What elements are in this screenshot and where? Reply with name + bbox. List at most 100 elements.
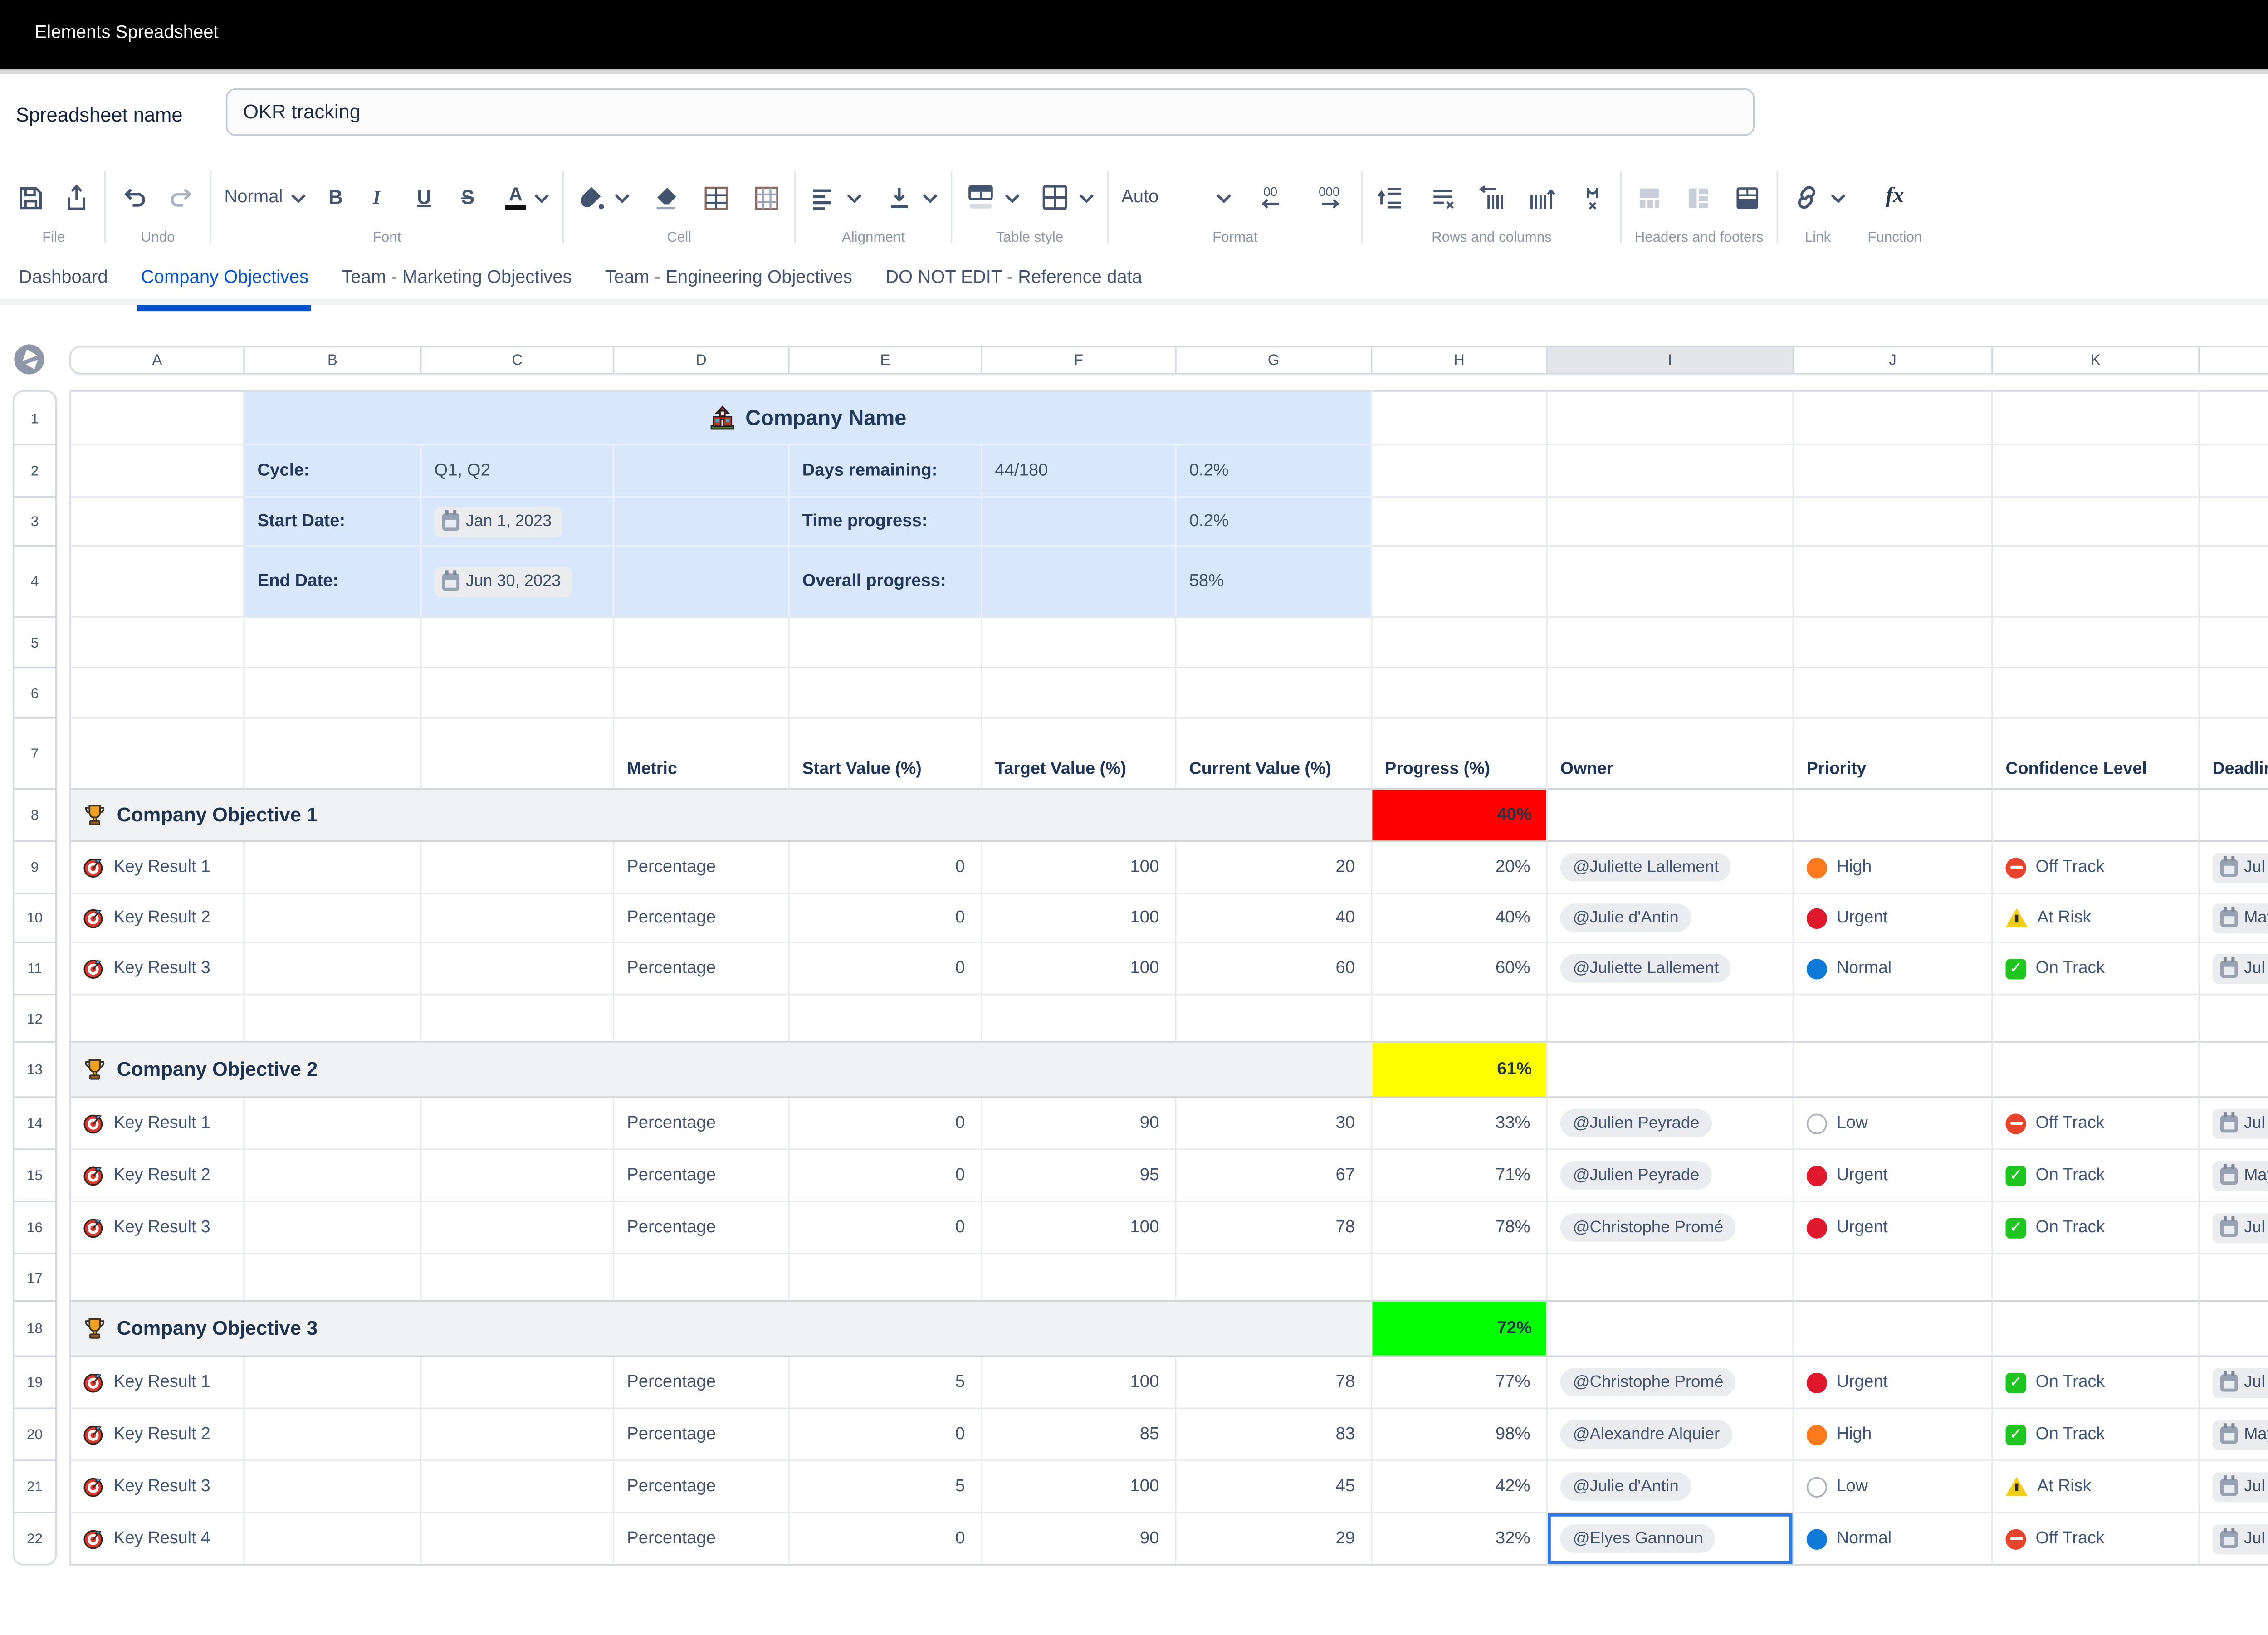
cell-C11[interactable] (422, 943, 615, 995)
cell-E21[interactable]: 5 (790, 1461, 982, 1513)
cell-J16[interactable]: Urgent (1794, 1202, 1993, 1254)
delete-row-button[interactable] (1426, 182, 1456, 212)
cell-A1[interactable] (69, 390, 244, 445)
row-header-17[interactable]: 17 (13, 1254, 57, 1302)
cell-K16[interactable]: ✓On Track (1993, 1202, 2200, 1254)
cell-H12[interactable] (1372, 995, 1547, 1042)
cell-C17[interactable] (422, 1254, 615, 1302)
cell-L16[interactable]: Jul 27, 2023 (2200, 1202, 2268, 1254)
cell-K2[interactable] (1993, 445, 2200, 498)
cell-D11[interactable]: Percentage (614, 943, 789, 995)
cell-L20[interactable]: May 17, 2023 (2200, 1409, 2268, 1461)
cell-L14[interactable]: Jul 31, 2023 (2200, 1098, 2268, 1150)
cell-J13[interactable] (1794, 1043, 1993, 1098)
redo-button[interactable] (166, 182, 198, 214)
cell-E17[interactable] (790, 1254, 982, 1302)
cell-L9[interactable]: Jul 31, 2023 (2200, 842, 2268, 894)
cell-I18[interactable] (1548, 1302, 1794, 1357)
cell-K1[interactable] (1993, 390, 2200, 445)
cell-E11[interactable]: 0 (790, 943, 982, 995)
cell-A4[interactable] (69, 547, 244, 618)
owner-chip[interactable]: @Julien Peyrade (1560, 1161, 1712, 1190)
column-header-l[interactable]: L (2200, 346, 2268, 375)
cell-L18[interactable] (2200, 1302, 2268, 1357)
cell-A21[interactable]: Key Result 3 (69, 1461, 244, 1513)
cell-D3[interactable] (614, 498, 789, 547)
cell-B2[interactable]: Cycle: (245, 445, 422, 498)
cell-K7[interactable]: Confidence Level (1993, 719, 2200, 790)
header-row-button[interactable] (1635, 182, 1665, 212)
cell-D9[interactable]: Percentage (614, 842, 789, 894)
cell-G2[interactable]: 0.2% (1177, 445, 1373, 498)
spreadsheet-name-input[interactable] (226, 88, 1755, 136)
merge-cells-button[interactable] (701, 182, 731, 212)
cell-C22[interactable] (422, 1513, 615, 1566)
tab-do-not-edit-reference-data[interactable]: DO NOT EDIT - Reference data (882, 262, 1145, 305)
cell-I19[interactable]: @Christophe Promé (1548, 1357, 1794, 1409)
cell-B11[interactable] (245, 943, 422, 995)
cell-J9[interactable]: High (1794, 842, 1993, 894)
cell-B16[interactable] (245, 1202, 422, 1254)
cell-J7[interactable]: Priority (1794, 719, 1993, 790)
cell-L21[interactable]: Jul 27, 2023 (2200, 1461, 2268, 1513)
cell-B22[interactable] (245, 1513, 422, 1566)
table-grid-style-button[interactable] (1039, 182, 1095, 214)
bold-button[interactable]: B (328, 186, 351, 209)
column-header-h[interactable]: H (1372, 346, 1547, 375)
cell-B3[interactable]: Start Date: (245, 498, 422, 547)
cell-L1[interactable] (2200, 390, 2268, 445)
cell-K12[interactable] (1993, 995, 2200, 1042)
cell-D5[interactable] (614, 618, 789, 668)
cell-C3[interactable]: Jan 1, 2023 (422, 498, 615, 547)
cell-E15[interactable]: 0 (790, 1150, 982, 1202)
cell-J20[interactable]: High (1794, 1409, 1993, 1461)
cell-E3[interactable]: Time progress: (790, 498, 982, 547)
link-button[interactable] (1790, 182, 1846, 214)
cell-J14[interactable]: Low (1794, 1098, 1993, 1150)
vertical-align-button[interactable] (885, 182, 938, 212)
row-header-20[interactable]: 20 (13, 1409, 57, 1461)
decrease-decimal-button[interactable]: 00 (1257, 182, 1289, 214)
cell-J4[interactable] (1794, 547, 1993, 618)
cell-L10[interactable]: May 17, 2023 (2200, 894, 2268, 943)
cell-H16[interactable]: 78% (1372, 1202, 1547, 1254)
cell-B6[interactable] (245, 668, 422, 718)
cell-C5[interactable] (422, 618, 615, 668)
row-header-8[interactable]: 8 (13, 790, 57, 842)
cell-A13[interactable]: Company Objective 2 (69, 1043, 1372, 1098)
cell-J8[interactable] (1794, 790, 1993, 842)
cell-L22[interactable]: Jul 27, 2023 (2200, 1513, 2268, 1566)
cell-F14[interactable]: 90 (982, 1098, 1176, 1150)
date-chip[interactable]: May 17, 2023 (2213, 903, 2268, 933)
row-header-16[interactable]: 16 (13, 1202, 57, 1254)
insert-column-right-button[interactable] (1527, 182, 1557, 212)
owner-chip[interactable]: @Juliette Lallement (1560, 853, 1731, 882)
cell-H14[interactable]: 33% (1372, 1098, 1547, 1150)
cell-L3[interactable] (2200, 498, 2268, 547)
cell-J11[interactable]: Normal (1794, 943, 1993, 995)
cell-D21[interactable]: Percentage (614, 1461, 789, 1513)
date-chip[interactable]: Jul 31, 2023 (2213, 852, 2268, 882)
cell-E9[interactable]: 0 (790, 842, 982, 894)
cell-borders-button[interactable] (752, 182, 782, 212)
cell-A7[interactable] (69, 719, 244, 790)
cell-B14[interactable] (245, 1098, 422, 1150)
cell-F22[interactable]: 90 (982, 1513, 1176, 1566)
owner-chip[interactable]: @Christophe Promé (1560, 1368, 1736, 1396)
row-header-13[interactable]: 13 (13, 1043, 57, 1098)
row-header-1[interactable]: 1 (13, 390, 57, 445)
cell-H2[interactable] (1372, 445, 1547, 498)
cell-I4[interactable] (1548, 547, 1794, 618)
cell-L5[interactable] (2200, 618, 2268, 668)
cell-K17[interactable] (1993, 1254, 2200, 1302)
cell-I11[interactable]: @Juliette Lallement (1548, 943, 1794, 995)
cell-B5[interactable] (245, 618, 422, 668)
cell-L15[interactable]: May 17, 2023 (2200, 1150, 2268, 1202)
row-header-4[interactable]: 4 (13, 547, 57, 618)
date-chip[interactable]: Jun 30, 2023 (434, 566, 572, 596)
cell-L17[interactable] (2200, 1254, 2268, 1302)
cell-A9[interactable]: Key Result 1 (69, 842, 244, 894)
cell-K20[interactable]: ✓On Track (1993, 1409, 2200, 1461)
column-header-b[interactable]: B (245, 346, 422, 375)
cell-A12[interactable] (69, 995, 244, 1042)
